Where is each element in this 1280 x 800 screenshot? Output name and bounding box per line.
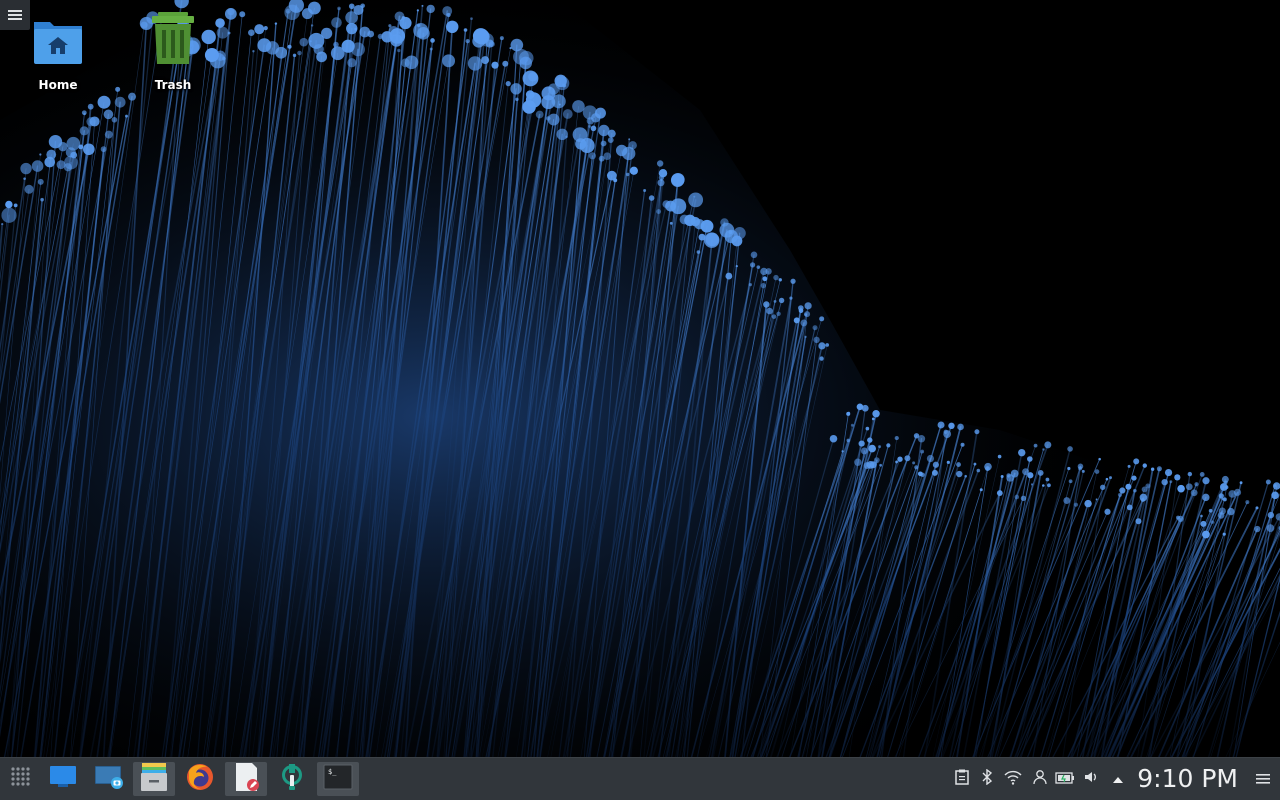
volume-icon bbox=[1083, 769, 1099, 789]
wifi-button[interactable] bbox=[1002, 769, 1024, 789]
user-status-button[interactable] bbox=[1029, 769, 1051, 789]
battery-icon bbox=[1055, 770, 1075, 789]
text-editor-icon bbox=[232, 762, 260, 796]
app-grid-icon bbox=[10, 766, 32, 792]
settings-button[interactable] bbox=[271, 762, 313, 796]
desktop-icon-label: Trash bbox=[154, 78, 192, 92]
screenshot-icon bbox=[93, 763, 125, 795]
desktop-icon bbox=[49, 764, 77, 794]
svg-text:$_: $_ bbox=[328, 768, 337, 776]
desktop-icon-label: Home bbox=[38, 78, 78, 92]
panel-options-button[interactable] bbox=[1252, 769, 1274, 789]
screenshot-button[interactable] bbox=[88, 762, 130, 796]
desktop-icon-home[interactable]: Home bbox=[13, 14, 103, 92]
file-manager-icon bbox=[140, 762, 168, 796]
bluetooth-button[interactable] bbox=[976, 768, 998, 789]
application-launcher-button[interactable] bbox=[0, 762, 42, 796]
tray-expand-button[interactable] bbox=[1107, 769, 1129, 789]
settings-icon bbox=[277, 762, 307, 796]
text-editor-button[interactable] bbox=[225, 762, 267, 796]
wifi-icon bbox=[1004, 769, 1022, 789]
volume-button[interactable] bbox=[1080, 769, 1102, 789]
digital-clock[interactable]: 9:10 PM bbox=[1137, 763, 1238, 795]
desktop-wallpaper bbox=[0, 0, 1280, 758]
trash-icon bbox=[146, 12, 200, 72]
bluetooth-icon bbox=[981, 768, 993, 789]
home-folder-icon bbox=[31, 14, 85, 72]
hamburger-icon bbox=[1256, 770, 1270, 789]
firefox-button[interactable] bbox=[179, 762, 221, 796]
desktop-icon-trash[interactable]: Trash bbox=[128, 12, 218, 92]
battery-button[interactable] bbox=[1054, 769, 1076, 789]
file-manager-button[interactable] bbox=[133, 762, 175, 796]
tray-expand-icon bbox=[1112, 770, 1124, 789]
terminal-icon: $_ bbox=[323, 764, 353, 794]
clipboard-icon bbox=[955, 769, 969, 789]
taskbar: $_ 9:10 PM bbox=[0, 757, 1280, 800]
user-icon bbox=[1032, 769, 1048, 789]
terminal-button[interactable]: $_ bbox=[317, 762, 359, 796]
show-desktop-button[interactable] bbox=[42, 762, 84, 796]
clipboard-button[interactable] bbox=[951, 769, 973, 789]
firefox-icon bbox=[185, 762, 215, 796]
